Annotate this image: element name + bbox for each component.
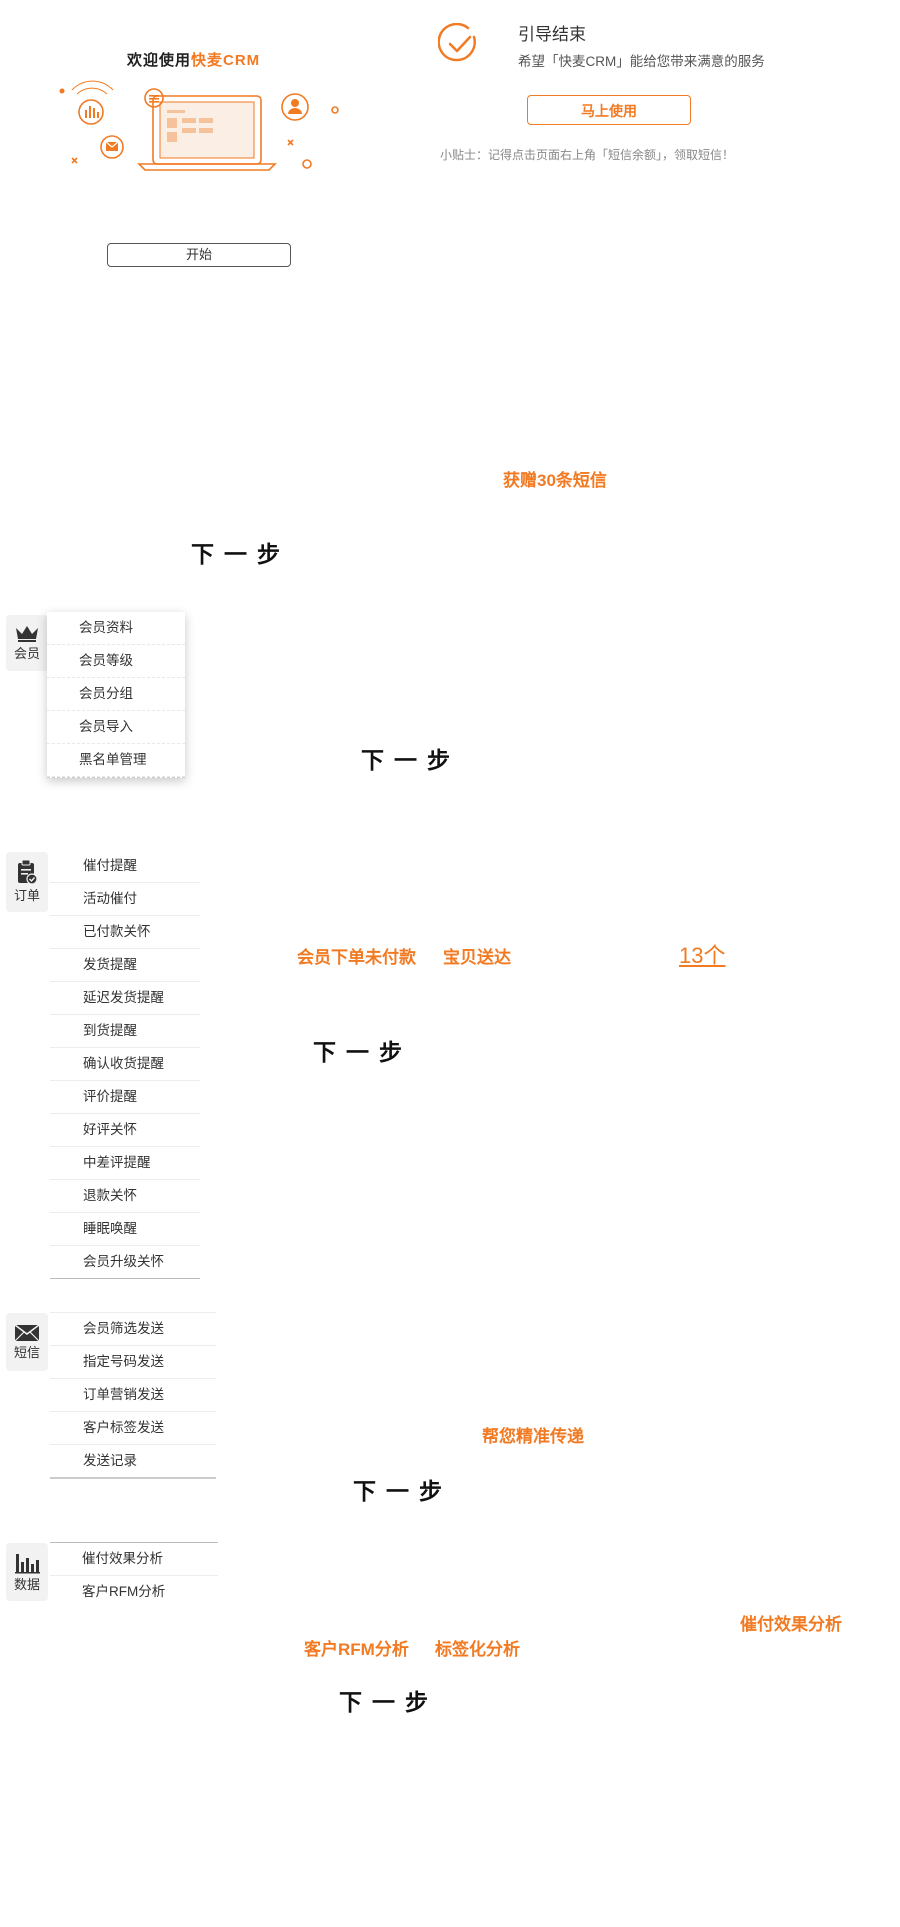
menu-item-arrival-reminder[interactable]: 到货提醒 <box>50 1015 200 1048</box>
welcome-title: 欢迎使用快麦CRM <box>127 49 260 70</box>
guide-end-subtitle: 希望「快麦CRM」能给您带来满意的服务 <box>518 54 765 69</box>
menu-item-positive-review-care[interactable]: 好评关怀 <box>50 1114 200 1147</box>
unpaid-highlight: 会员下单未付款 <box>297 948 416 967</box>
data-menu: 催付效果分析 客户RFM分析 <box>50 1542 218 1608</box>
menu-item-number-send[interactable]: 指定号码发送 <box>50 1346 216 1379</box>
menu-item-tag-send[interactable]: 客户标签发送 <box>50 1412 216 1445</box>
next-step-button[interactable]: 下一步 <box>313 1033 412 1067</box>
welcome-title-prefix: 欢迎使用 <box>127 52 192 69</box>
use-now-button[interactable]: 马上使用 <box>527 95 691 125</box>
menu-item-event-reminder[interactable]: 活动催付 <box>50 883 200 916</box>
check-circle-icon <box>438 23 476 62</box>
menu-item-paid-care[interactable]: 已付款关怀 <box>50 916 200 949</box>
menu-item-refund-care[interactable]: 退款关怀 <box>50 1180 200 1213</box>
menu-item-send-history[interactable]: 发送记录 <box>50 1445 216 1477</box>
next-step-button[interactable]: 下一步 <box>191 535 290 569</box>
tab-data[interactable]: 数据 <box>6 1543 48 1601</box>
tag-analysis-highlight: 标签化分析 <box>435 1640 520 1659</box>
tab-member[interactable]: 会员 <box>6 615 48 671</box>
order-menu: 催付提醒 活动催付 已付款关怀 发货提醒 延迟发货提醒 到货提醒 确认收货提醒 … <box>50 850 200 1279</box>
precise-delivery-highlight: 帮您精准传递 <box>482 1427 584 1446</box>
tab-member-label: 会员 <box>13 646 40 661</box>
member-menu: 会员资料 会员等级 会员分组 会员导入 黑名单管理 <box>47 612 185 778</box>
count-link[interactable]: 13个 <box>679 938 725 970</box>
menu-item-member-import[interactable]: 会员导入 <box>47 711 185 744</box>
menu-item-negative-review-alert[interactable]: 中差评提醒 <box>50 1147 200 1180</box>
start-button[interactable]: 开始 <box>107 243 291 267</box>
menu-item-sleep-wakeup[interactable]: 睡眠唤醒 <box>50 1213 200 1246</box>
sms-menu: 会员筛选发送 指定号码发送 订单营销发送 客户标签发送 发送记录 <box>50 1312 216 1479</box>
menu-item-member-group[interactable]: 会员分组 <box>47 678 185 711</box>
tab-order[interactable]: 订单 <box>6 852 48 912</box>
next-step-button[interactable]: 下一步 <box>339 1683 438 1717</box>
tab-order-label: 订单 <box>13 888 40 903</box>
menu-item-delayed-shipping[interactable]: 延迟发货提醒 <box>50 982 200 1015</box>
menu-item-payment-effect-analysis[interactable]: 催付效果分析 <box>50 1543 218 1576</box>
clipboard-check-icon <box>18 859 38 885</box>
brand-name: 快麦CRM <box>191 52 261 69</box>
menu-item-confirm-receipt[interactable]: 确认收货提醒 <box>50 1048 200 1081</box>
menu-item-blacklist[interactable]: 黑名单管理 <box>47 744 185 777</box>
guide-end-title: 引导结束 <box>518 25 586 44</box>
next-step-button[interactable]: 下一步 <box>353 1472 452 1506</box>
sms-tip: 小贴士：记得点击页面右上角「短信余额」，领取短信！ <box>440 148 735 162</box>
menu-item-review-reminder[interactable]: 评价提醒 <box>50 1081 200 1114</box>
menu-item-upgrade-care[interactable]: 会员升级关怀 <box>50 1246 200 1278</box>
bar-chart-icon <box>15 1554 40 1574</box>
tab-data-label: 数据 <box>13 1577 40 1592</box>
delivered-highlight: 宝贝送达 <box>443 948 511 967</box>
crm-illustration <box>59 80 339 171</box>
menu-item-payment-reminder[interactable]: 催付提醒 <box>50 850 200 883</box>
crown-icon <box>16 626 38 642</box>
menu-item-rfm-analysis[interactable]: 客户RFM分析 <box>50 1576 218 1608</box>
menu-item-member-filter-send[interactable]: 会员筛选发送 <box>50 1313 216 1346</box>
menu-item-order-marketing-send[interactable]: 订单营销发送 <box>50 1379 216 1412</box>
next-step-button[interactable]: 下一步 <box>361 741 460 775</box>
envelope-icon <box>14 1324 40 1342</box>
tab-sms[interactable]: 短信 <box>6 1313 48 1371</box>
menu-item-member-profile[interactable]: 会员资料 <box>47 612 185 645</box>
tab-sms-label: 短信 <box>13 1345 40 1360</box>
gift-sms-highlight: 获赠30条短信 <box>503 471 607 490</box>
menu-item-shipping-reminder[interactable]: 发货提醒 <box>50 949 200 982</box>
rfm-highlight: 客户RFM分析 <box>304 1640 409 1659</box>
payment-effect-highlight: 催付效果分析 <box>740 1615 842 1634</box>
menu-item-member-level[interactable]: 会员等级 <box>47 645 185 678</box>
